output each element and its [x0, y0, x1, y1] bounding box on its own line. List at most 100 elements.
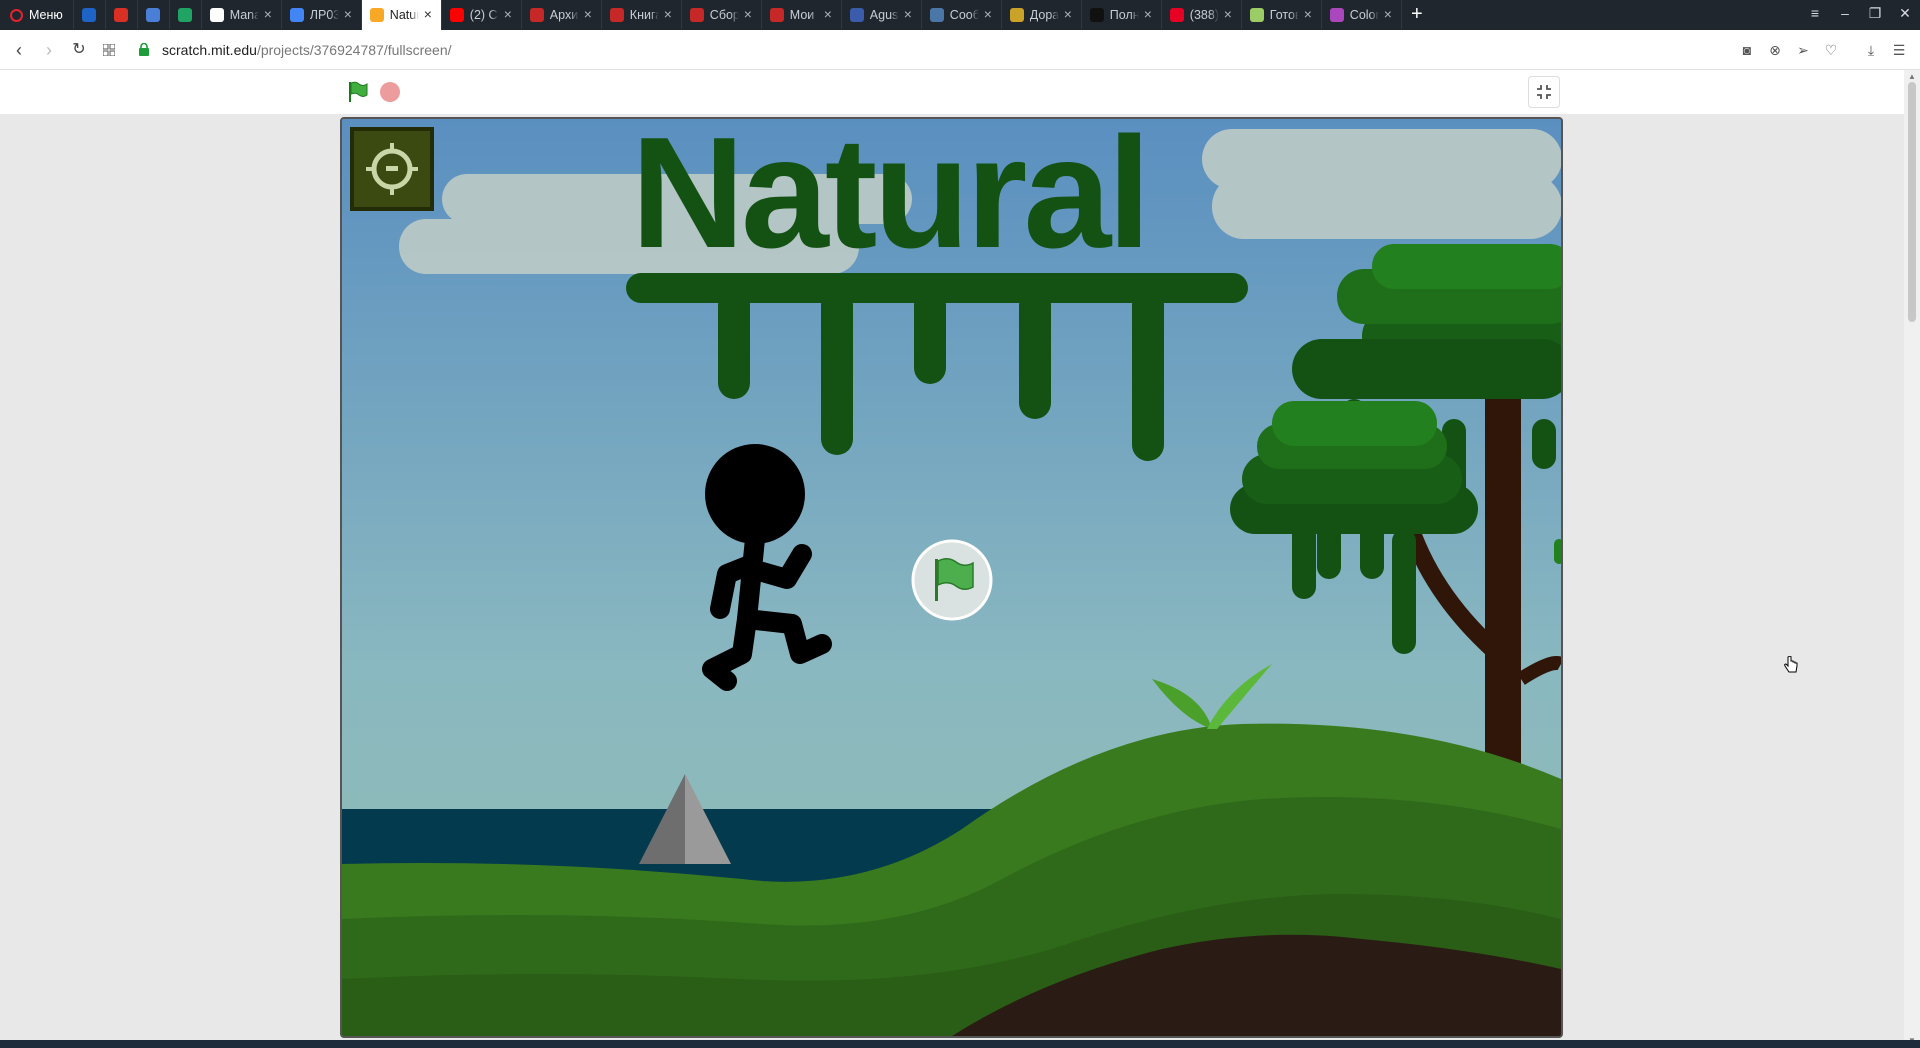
tab-title: Agust D	[869, 8, 899, 22]
browser-menu-button[interactable]: Меню	[0, 0, 74, 30]
tab-title: Архивы	[549, 8, 579, 22]
speed-dial-button[interactable]	[94, 35, 124, 65]
tab-close-icon[interactable]: ×	[421, 7, 435, 21]
scratch-fullscreen-page: Natural ▲	[0, 70, 1920, 1048]
forward-button[interactable]: ›	[34, 35, 64, 65]
browser-tab[interactable]: ColorSc×	[1322, 0, 1402, 30]
restore-button[interactable]: ❐	[1860, 0, 1890, 30]
scratch-icon	[369, 8, 384, 22]
tab-close-icon[interactable]: ×	[1381, 7, 1395, 21]
tab-close-icon[interactable]: ×	[661, 7, 675, 21]
tab-close-icon[interactable]: ×	[1141, 7, 1155, 21]
browser-tab[interactable]	[74, 0, 106, 30]
settings-button[interactable]	[350, 127, 434, 211]
green-flag-overlay[interactable]	[911, 539, 993, 621]
download-icon[interactable]: ⤓	[1860, 39, 1882, 61]
feather-icon	[145, 8, 160, 22]
close-window-button[interactable]: ✕	[1890, 0, 1920, 30]
opera-icon	[10, 8, 23, 22]
tab-close-icon[interactable]: ×	[341, 7, 355, 21]
window-controls: ≡ – ❐ ✕	[1800, 0, 1920, 30]
scroll-up-arrow-icon[interactable]: ▲	[1907, 72, 1917, 82]
send-icon[interactable]: ➢	[1792, 39, 1814, 61]
browser-tab[interactable]	[138, 0, 170, 30]
browser-tab[interactable]: Дорама×	[1002, 0, 1082, 30]
url-path: /projects/376924787/fullscreen/	[256, 41, 452, 58]
archive-icon	[529, 8, 544, 22]
tab-close-icon[interactable]: ×	[981, 7, 995, 21]
t-icon	[1089, 8, 1104, 22]
browser-tab[interactable]: Книга Ф×	[602, 0, 682, 30]
stop-button[interactable]	[380, 82, 400, 102]
tab-title: Сообщ	[949, 8, 979, 22]
grid-icon	[102, 43, 116, 56]
menu-label: Меню	[29, 8, 63, 22]
easy-setup-icon[interactable]: ☰	[1888, 39, 1910, 61]
browser-tab[interactable]: Сообщ×	[922, 0, 1002, 30]
browser-tab[interactable]: ЛР03.Д:×	[282, 0, 362, 30]
tab-title: Дорама	[1029, 8, 1059, 22]
drive-icon	[177, 8, 192, 22]
hand-cursor-icon	[1784, 656, 1798, 673]
heart-icon[interactable]: ♡	[1820, 39, 1842, 61]
project-stage[interactable]: Natural	[340, 117, 1563, 1038]
gmail-icon	[113, 8, 128, 22]
color-wheel-icon	[1329, 8, 1344, 22]
os-taskbar	[0, 1040, 1920, 1048]
pause-icon	[849, 8, 864, 22]
tab-close-icon[interactable]: ×	[261, 7, 275, 21]
github-icon	[209, 8, 224, 22]
page-scrollbar[interactable]: ▲ ▼	[1904, 70, 1920, 1048]
tab-title: (2) Симу	[469, 8, 499, 22]
tab-title: Natural	[389, 8, 419, 22]
quill-icon	[609, 8, 624, 22]
pinterest-icon	[1169, 8, 1184, 22]
browser-tab[interactable]: Natural×	[361, 0, 442, 30]
tab-close-icon[interactable]: ×	[1221, 7, 1235, 21]
camera-icon[interactable]: ◙	[1736, 39, 1758, 61]
browser-tab[interactable]: Архивы×	[522, 0, 602, 30]
docs-icon	[289, 8, 304, 22]
stage-controls-bar	[0, 70, 1920, 114]
scroll-thumb[interactable]	[1908, 82, 1916, 322]
tabs-menu-icon[interactable]: ≡	[1800, 0, 1830, 30]
browser-tab[interactable]: Мои но×	[762, 0, 842, 30]
browser-tab[interactable]: (2) Симу×	[442, 0, 522, 30]
tab-close-icon[interactable]: ×	[901, 7, 915, 21]
tab-close-icon[interactable]: ×	[581, 7, 595, 21]
tab-close-icon[interactable]: ×	[821, 7, 835, 21]
tab-close-icon[interactable]: ×	[1061, 7, 1075, 21]
stage-canvas: Natural	[342, 119, 1561, 1036]
browser-tab[interactable]	[170, 0, 202, 30]
game-title: Natural	[631, 119, 1147, 281]
unfullscreen-icon	[1537, 85, 1551, 99]
browser-tab[interactable]: Сборни×	[682, 0, 762, 30]
tab-close-icon[interactable]: ×	[741, 7, 755, 21]
url-field[interactable]: scratch.mit.edu/projects/376924787/fulls…	[162, 42, 452, 58]
exit-fullscreen-button[interactable]	[1528, 76, 1560, 108]
quill-icon	[689, 8, 704, 22]
browser-tab-strip: Меню Manage×ЛР03.Д:×Natural×(2) Симу×Арх…	[0, 0, 1920, 30]
tab-title: Полная	[1109, 8, 1139, 22]
browser-tab[interactable]: Agust D×	[842, 0, 922, 30]
browser-tab[interactable]: Manage×	[202, 0, 282, 30]
lock-icon[interactable]	[134, 43, 154, 56]
browser-tab[interactable]: (388) Pi×	[1162, 0, 1242, 30]
new-tab-button[interactable]: +	[1402, 0, 1432, 30]
tab-close-icon[interactable]: ×	[1301, 7, 1315, 21]
browser-tab[interactable]	[106, 0, 138, 30]
reload-button[interactable]: ↻	[64, 35, 94, 65]
d-icon	[1009, 8, 1024, 22]
browser-tab[interactable]: Готовый×	[1242, 0, 1322, 30]
edge-icon	[81, 8, 96, 22]
tab-title: (388) Pi	[1189, 8, 1219, 22]
chat-icon	[929, 8, 944, 22]
adblock-icon[interactable]: ⊗	[1764, 39, 1786, 61]
minimize-button[interactable]: –	[1830, 0, 1860, 30]
youtube-icon	[449, 8, 464, 22]
browser-tab[interactable]: Полная×	[1082, 0, 1162, 30]
green-flag-button[interactable]	[346, 80, 370, 104]
back-button[interactable]: ‹	[4, 35, 34, 65]
tab-close-icon[interactable]: ×	[501, 7, 515, 21]
tab-title: Manage	[229, 8, 259, 22]
